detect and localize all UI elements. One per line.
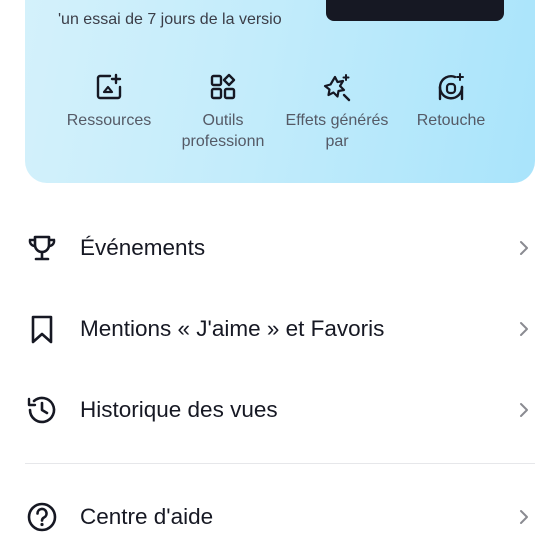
- tool-retouch[interactable]: Retouche: [395, 72, 507, 131]
- chevron-right-icon: [520, 240, 528, 255]
- trial-description: 'un essai de 7 jours de la versio: [58, 11, 282, 28]
- menu-item-watch-history[interactable]: Historique des vues: [0, 369, 560, 450]
- chevron-right-icon: [520, 509, 528, 524]
- chevron-right-icon: [520, 321, 528, 336]
- sparkle-effects-icon: [323, 74, 351, 102]
- menu-item-label: Mentions « J'aime » et Favoris: [80, 315, 385, 341]
- menu-item-events[interactable]: Événements: [0, 207, 560, 288]
- tool-label: Effets générés par: [285, 112, 389, 150]
- chevron-right-icon: [520, 402, 528, 417]
- premium-promo-card: 'un essai de 7 jours de la versio Obteni…: [25, 0, 535, 183]
- get-trial-button[interactable]: Obtenir un essai: [326, 0, 504, 21]
- section-divider: [25, 463, 535, 464]
- menu-item-label: Centre d'aide: [80, 503, 214, 529]
- menu-item-label: Événements: [80, 234, 206, 260]
- image-plus-icon: [96, 73, 122, 100]
- menu-item-likes-favorites[interactable]: Mentions « J'aime » et Favoris: [0, 288, 560, 369]
- menu-item-label: Historique des vues: [80, 396, 278, 422]
- tool-pro-tools[interactable]: Outils professionn: [167, 72, 279, 152]
- tool-label: Ressources: [66, 112, 152, 129]
- face-retouch-icon: [438, 73, 464, 101]
- bookmark-icon: [31, 315, 53, 343]
- tool-label: Outils professionn: [181, 112, 265, 150]
- help-circle-icon: [27, 502, 57, 531]
- tool-generated-effects[interactable]: Effets générés par: [281, 72, 393, 152]
- grid-tools-icon: [210, 73, 236, 100]
- history-clock-icon: [27, 396, 56, 423]
- trophy-icon: [28, 235, 56, 260]
- tool-resources[interactable]: Ressources: [53, 72, 165, 131]
- tool-label: Retouche: [416, 112, 486, 129]
- menu-item-help-center[interactable]: Centre d'aide: [0, 476, 560, 557]
